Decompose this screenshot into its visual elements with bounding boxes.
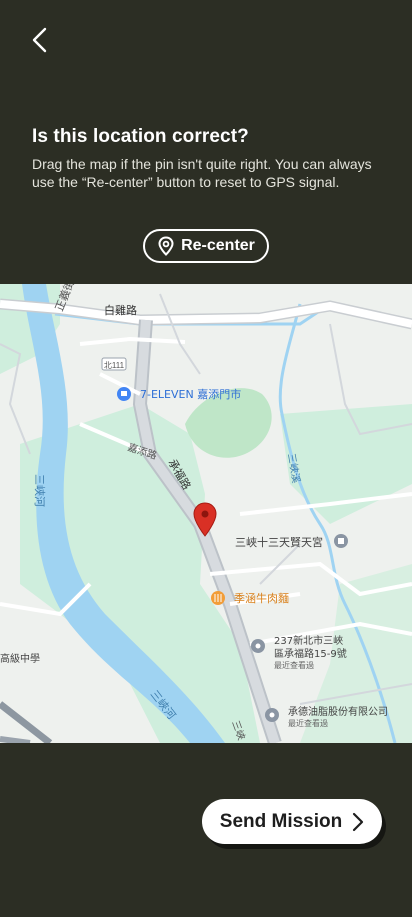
map-road-diag (0, 736, 31, 743)
company-icon-glyph (269, 712, 275, 718)
poi-seven-eleven[interactable]: 7-ELEVEN 嘉添門市 (140, 387, 241, 401)
send-mission-button[interactable]: Send Mission (202, 799, 382, 844)
store-icon-glyph (121, 391, 127, 396)
recenter-button[interactable]: Re-center (143, 229, 269, 263)
poi-company[interactable]: 承德油脂股份有限公司 (288, 705, 388, 718)
poi-address-line1[interactable]: 237新北市三峽 (274, 634, 343, 647)
poi-address-sub: 最近查看過 (274, 660, 314, 670)
page-description: Drag the map if the pin isn't quite righ… (32, 156, 372, 190)
recenter-label: Re-center (181, 237, 255, 254)
poi-temple[interactable]: 三峽十三天賢天宮 (235, 535, 323, 549)
back-button[interactable] (24, 24, 56, 56)
page-title: Is this location correct? (32, 126, 249, 147)
route-shield-label: 北111 (104, 361, 125, 370)
send-mission-label: Send Mission (219, 810, 343, 832)
chevron-right-icon (353, 812, 364, 831)
map-view[interactable]: 北111 正義街 白雞路 嘉添路 承福路 三峽 三峽河 三峽河 三峽溪 7-EL… (0, 284, 412, 743)
river-label-left: 三峽河 (33, 474, 46, 507)
poi-company-sub: 最近查看過 (288, 718, 328, 728)
map-pin-dot (201, 510, 209, 518)
poi-restaurant[interactable]: 季涵牛肉麵 (234, 591, 289, 605)
poi-school[interactable]: 高級中學 (0, 652, 40, 665)
temple-icon-glyph (338, 538, 344, 544)
poi-address-line2: 區承福路15-9號 (274, 647, 347, 660)
address-icon-glyph (255, 643, 261, 649)
road-label-baili: 白雞路 (104, 303, 137, 317)
location-pin-icon (158, 236, 174, 256)
chevron-left-icon (32, 27, 47, 53)
